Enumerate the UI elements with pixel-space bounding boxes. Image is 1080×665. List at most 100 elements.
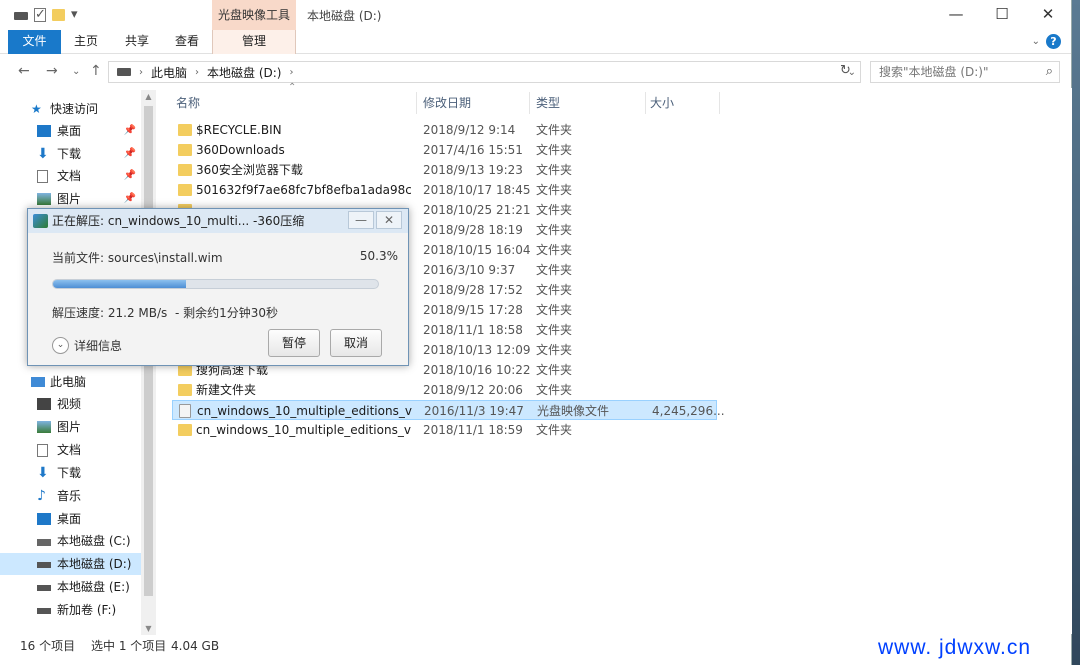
- ribbon-tabs: 文件 主页 共享 查看 管理 ⌄ ?: [0, 30, 1071, 54]
- pictures-icon: [37, 421, 51, 433]
- file-name: 360Downloads: [196, 143, 285, 157]
- nav-downloads[interactable]: ⬇ 下载: [0, 462, 142, 484]
- pin-icon[interactable]: 📌: [124, 165, 136, 187]
- expand-details-icon[interactable]: ⌄: [52, 337, 69, 354]
- address-bar[interactable]: › 此电脑 › 本地磁盘 (D:) › ⌄: [108, 61, 861, 83]
- file-date: 2017/4/16 15:51: [423, 143, 523, 157]
- forward-arrow-icon[interactable]: →: [46, 63, 58, 79]
- back-arrow-icon[interactable]: ←: [18, 63, 30, 79]
- nav-music[interactable]: ♪ 音乐: [0, 485, 142, 507]
- breadcrumb-drive-d[interactable]: 本地磁盘 (D:): [207, 64, 281, 81]
- nav-label: 快速访问: [50, 102, 99, 116]
- pause-button[interactable]: 暂停: [268, 329, 320, 357]
- file-type: 光盘映像文件: [537, 404, 610, 418]
- tab-file[interactable]: 文件: [8, 30, 61, 54]
- pin-icon[interactable]: 📌: [124, 188, 136, 210]
- column-header-type[interactable]: 类型: [536, 88, 560, 118]
- file-row[interactable]: 360安全浏览器下载 2018/9/13 19:23 文件夹: [172, 160, 717, 180]
- customize-toolbar-icon[interactable]: ▾: [71, 7, 78, 22]
- nav-label: 下载: [57, 147, 82, 161]
- file-row[interactable]: $RECYCLE.BIN 2018/9/12 9:14 文件夹: [172, 120, 717, 140]
- up-arrow-icon[interactable]: ↑: [90, 63, 102, 79]
- file-row[interactable]: cn_windows_10_multiple_editions_ver... 20…: [172, 400, 725, 420]
- properties-icon[interactable]: ✓: [34, 7, 46, 22]
- file-date: 2018/9/13 19:23: [423, 163, 523, 177]
- nav-quick-documents[interactable]: 文档 📌: [0, 165, 142, 187]
- column-header-date[interactable]: 修改日期: [423, 88, 471, 118]
- nav-drive-c[interactable]: 本地磁盘 (C:): [0, 530, 142, 552]
- desktop-icon: [37, 125, 51, 137]
- file-type: 文件夹: [536, 223, 573, 237]
- new-folder-icon[interactable]: [52, 8, 65, 21]
- file-type: 文件夹: [536, 343, 573, 357]
- file-type: 文件夹: [536, 383, 573, 397]
- scroll-up-icon[interactable]: ▲: [144, 92, 153, 101]
- nav-desktop[interactable]: 桌面: [0, 508, 142, 530]
- folder-icon: [178, 164, 192, 176]
- details-toggle[interactable]: ⌄ 详细信息: [52, 337, 122, 354]
- drive-icon: [37, 585, 51, 591]
- search-input[interactable]: 搜索"本地磁盘 (D:)" ⌕: [870, 61, 1060, 83]
- pictures-icon: [37, 193, 51, 205]
- tab-share[interactable]: 共享: [123, 30, 151, 54]
- nav-documents[interactable]: 文档: [0, 439, 142, 461]
- scroll-down-icon[interactable]: ▼: [144, 624, 153, 633]
- column-header-size[interactable]: 大小: [650, 88, 674, 118]
- file-row[interactable]: 501632f9f7ae68fc7bf8efba1ada98c5 2018/10/…: [172, 180, 717, 200]
- file-date: 2018/10/16 10:22: [423, 363, 531, 377]
- nav-label: 图片: [57, 420, 82, 434]
- progress-fill: [53, 280, 187, 288]
- pin-icon[interactable]: 📌: [124, 120, 136, 142]
- drive-icon: [14, 12, 28, 20]
- minimize-button[interactable]: —: [933, 0, 979, 30]
- nav-label: 新加卷 (F:): [57, 603, 117, 617]
- archive-app-icon: [33, 214, 48, 228]
- help-icon[interactable]: ?: [1046, 34, 1061, 49]
- file-type: 文件夹: [536, 283, 573, 297]
- windows-drive-icon: [37, 539, 51, 546]
- file-name: cn_windows_10_multiple_editions_ver...: [196, 423, 411, 437]
- refresh-icon[interactable]: ↻: [840, 63, 851, 78]
- drive-icon: [117, 68, 131, 76]
- tab-view[interactable]: 查看: [173, 30, 201, 54]
- column-header-name[interactable]: 名称: [176, 88, 200, 118]
- nav-quick-downloads[interactable]: ⬇ 下载 📌: [0, 143, 142, 165]
- progress-bar: [52, 279, 379, 289]
- nav-drive-d[interactable]: 本地磁盘 (D:): [0, 553, 142, 575]
- nav-drive-f[interactable]: 新加卷 (F:): [0, 599, 142, 621]
- file-name: 360安全浏览器下载: [196, 163, 303, 177]
- column-divider[interactable]: [529, 92, 530, 114]
- site-watermark: www. jdwxw.cn: [878, 636, 1032, 659]
- nav-quick-access[interactable]: ★ 快速访问: [0, 98, 142, 120]
- nav-videos[interactable]: 视频: [0, 393, 142, 415]
- file-type: 文件夹: [536, 183, 573, 197]
- recent-locations-icon[interactable]: ⌄: [72, 66, 80, 77]
- expand-ribbon-icon[interactable]: ⌄: [1032, 36, 1040, 47]
- pin-icon[interactable]: 📌: [124, 143, 136, 165]
- column-divider[interactable]: [719, 92, 720, 114]
- nav-this-pc[interactable]: 此电脑: [0, 371, 142, 393]
- cancel-button[interactable]: 取消: [330, 329, 382, 357]
- file-date: 2018/10/25 21:21: [423, 203, 531, 217]
- nav-quick-desktop[interactable]: 桌面 📌: [0, 120, 142, 142]
- file-row[interactable]: cn_windows_10_multiple_editions_ver... 20…: [172, 420, 717, 440]
- nav-label: 图片: [57, 192, 82, 206]
- nav-pictures[interactable]: 图片: [0, 416, 142, 438]
- column-divider[interactable]: [645, 92, 646, 114]
- close-button[interactable]: ✕: [1025, 0, 1071, 30]
- maximize-button[interactable]: ☐: [979, 0, 1025, 30]
- file-row[interactable]: 360Downloads 2017/4/16 15:51 文件夹: [172, 140, 717, 160]
- tab-manage[interactable]: 管理: [212, 30, 296, 54]
- extract-speed: 解压速度: 21.2 MB/s: [52, 306, 168, 320]
- breadcrumb-this-pc[interactable]: 此电脑: [151, 64, 187, 81]
- dialog-close-button[interactable]: ✕: [376, 211, 402, 229]
- nav-quick-pictures[interactable]: 图片 📌: [0, 188, 142, 210]
- dialog-minimize-button[interactable]: —: [348, 211, 374, 229]
- file-row[interactable]: 新建文件夹 2018/9/12 20:06 文件夹: [172, 380, 717, 400]
- nav-drive-e[interactable]: 本地磁盘 (E:): [0, 576, 142, 598]
- progress-percent: 50.3%: [359, 249, 398, 263]
- file-name: cn_windows_10_multiple_editions_ver...: [197, 404, 412, 418]
- tab-home[interactable]: 主页: [72, 30, 100, 54]
- column-divider[interactable]: [416, 92, 417, 114]
- drive-icon: [37, 562, 51, 568]
